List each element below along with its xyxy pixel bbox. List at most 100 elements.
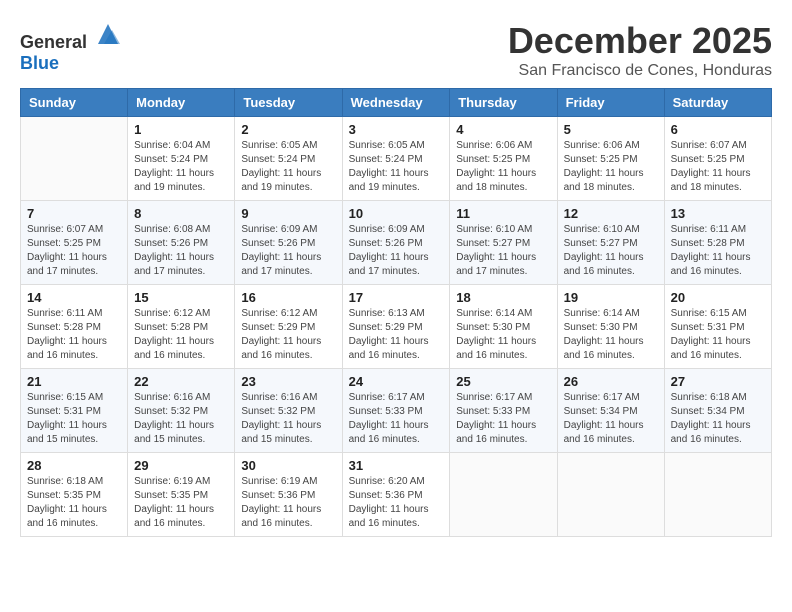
- calendar-day-cell: 30 Sunrise: 6:19 AMSunset: 5:36 PMDaylig…: [235, 453, 342, 537]
- day-info: Sunrise: 6:08 AMSunset: 5:26 PMDaylight:…: [134, 223, 228, 279]
- calendar-week-row: 14 Sunrise: 6:11 AMSunset: 5:28 PMDaylig…: [21, 285, 772, 369]
- day-info: Sunrise: 6:11 AMSunset: 5:28 PMDaylight:…: [671, 223, 765, 279]
- calendar-day-cell: 3 Sunrise: 6:05 AMSunset: 5:24 PMDayligh…: [342, 117, 450, 201]
- calendar-day-cell: 11 Sunrise: 6:10 AMSunset: 5:27 PMDaylig…: [450, 201, 557, 285]
- calendar-day-cell: 13 Sunrise: 6:11 AMSunset: 5:28 PMDaylig…: [664, 201, 771, 285]
- calendar-day-cell: 22 Sunrise: 6:16 AMSunset: 5:32 PMDaylig…: [128, 369, 235, 453]
- calendar-day-cell: [21, 117, 128, 201]
- weekday-header: Tuesday: [235, 89, 342, 117]
- calendar-day-cell: 17 Sunrise: 6:13 AMSunset: 5:29 PMDaylig…: [342, 285, 450, 369]
- day-info: Sunrise: 6:12 AMSunset: 5:29 PMDaylight:…: [241, 307, 335, 363]
- day-info: Sunrise: 6:16 AMSunset: 5:32 PMDaylight:…: [241, 391, 335, 447]
- title-section: December 2025 San Francisco de Cones, Ho…: [508, 20, 772, 80]
- day-info: Sunrise: 6:12 AMSunset: 5:28 PMDaylight:…: [134, 307, 228, 363]
- day-number: 17: [349, 290, 444, 305]
- day-info: Sunrise: 6:04 AMSunset: 5:24 PMDaylight:…: [134, 139, 228, 195]
- calendar-day-cell: 23 Sunrise: 6:16 AMSunset: 5:32 PMDaylig…: [235, 369, 342, 453]
- weekday-header: Thursday: [450, 89, 557, 117]
- day-info: Sunrise: 6:18 AMSunset: 5:34 PMDaylight:…: [671, 391, 765, 447]
- day-info: Sunrise: 6:17 AMSunset: 5:33 PMDaylight:…: [349, 391, 444, 447]
- day-info: Sunrise: 6:10 AMSunset: 5:27 PMDaylight:…: [564, 223, 658, 279]
- day-number: 24: [349, 374, 444, 389]
- calendar-day-cell: 5 Sunrise: 6:06 AMSunset: 5:25 PMDayligh…: [557, 117, 664, 201]
- calendar-day-cell: 10 Sunrise: 6:09 AMSunset: 5:26 PMDaylig…: [342, 201, 450, 285]
- day-info: Sunrise: 6:05 AMSunset: 5:24 PMDaylight:…: [349, 139, 444, 195]
- day-info: Sunrise: 6:15 AMSunset: 5:31 PMDaylight:…: [27, 391, 121, 447]
- calendar-day-cell: 4 Sunrise: 6:06 AMSunset: 5:25 PMDayligh…: [450, 117, 557, 201]
- calendar-day-cell: [557, 453, 664, 537]
- day-info: Sunrise: 6:15 AMSunset: 5:31 PMDaylight:…: [671, 307, 765, 363]
- day-number: 11: [456, 206, 550, 221]
- calendar-day-cell: [450, 453, 557, 537]
- day-number: 31: [349, 458, 444, 473]
- logo: General Blue: [20, 20, 122, 74]
- page-header: General Blue December 2025 San Francisco…: [20, 20, 772, 80]
- day-info: Sunrise: 6:14 AMSunset: 5:30 PMDaylight:…: [564, 307, 658, 363]
- day-number: 3: [349, 122, 444, 137]
- day-number: 16: [241, 290, 335, 305]
- day-number: 28: [27, 458, 121, 473]
- location-title: San Francisco de Cones, Honduras: [508, 62, 772, 80]
- calendar-week-row: 28 Sunrise: 6:18 AMSunset: 5:35 PMDaylig…: [21, 453, 772, 537]
- calendar-day-cell: 6 Sunrise: 6:07 AMSunset: 5:25 PMDayligh…: [664, 117, 771, 201]
- day-info: Sunrise: 6:05 AMSunset: 5:24 PMDaylight:…: [241, 139, 335, 195]
- day-number: 27: [671, 374, 765, 389]
- day-info: Sunrise: 6:17 AMSunset: 5:33 PMDaylight:…: [456, 391, 550, 447]
- day-number: 4: [456, 122, 550, 137]
- day-info: Sunrise: 6:10 AMSunset: 5:27 PMDaylight:…: [456, 223, 550, 279]
- calendar-day-cell: 18 Sunrise: 6:14 AMSunset: 5:30 PMDaylig…: [450, 285, 557, 369]
- day-info: Sunrise: 6:16 AMSunset: 5:32 PMDaylight:…: [134, 391, 228, 447]
- day-number: 6: [671, 122, 765, 137]
- weekday-header: Saturday: [664, 89, 771, 117]
- day-number: 5: [564, 122, 658, 137]
- calendar-day-cell: 26 Sunrise: 6:17 AMSunset: 5:34 PMDaylig…: [557, 369, 664, 453]
- day-number: 9: [241, 206, 335, 221]
- calendar-week-row: 7 Sunrise: 6:07 AMSunset: 5:25 PMDayligh…: [21, 201, 772, 285]
- calendar-header-row: SundayMondayTuesdayWednesdayThursdayFrid…: [21, 89, 772, 117]
- weekday-header: Monday: [128, 89, 235, 117]
- day-number: 25: [456, 374, 550, 389]
- calendar-day-cell: 7 Sunrise: 6:07 AMSunset: 5:25 PMDayligh…: [21, 201, 128, 285]
- calendar-day-cell: 8 Sunrise: 6:08 AMSunset: 5:26 PMDayligh…: [128, 201, 235, 285]
- calendar-table: SundayMondayTuesdayWednesdayThursdayFrid…: [20, 88, 772, 537]
- day-info: Sunrise: 6:14 AMSunset: 5:30 PMDaylight:…: [456, 307, 550, 363]
- calendar-day-cell: 28 Sunrise: 6:18 AMSunset: 5:35 PMDaylig…: [21, 453, 128, 537]
- calendar-week-row: 1 Sunrise: 6:04 AMSunset: 5:24 PMDayligh…: [21, 117, 772, 201]
- day-number: 23: [241, 374, 335, 389]
- day-info: Sunrise: 6:07 AMSunset: 5:25 PMDaylight:…: [27, 223, 121, 279]
- calendar-day-cell: 1 Sunrise: 6:04 AMSunset: 5:24 PMDayligh…: [128, 117, 235, 201]
- day-info: Sunrise: 6:06 AMSunset: 5:25 PMDaylight:…: [456, 139, 550, 195]
- logo-blue: Blue: [20, 53, 59, 73]
- calendar-day-cell: 16 Sunrise: 6:12 AMSunset: 5:29 PMDaylig…: [235, 285, 342, 369]
- day-number: 13: [671, 206, 765, 221]
- calendar-day-cell: [664, 453, 771, 537]
- weekday-header: Friday: [557, 89, 664, 117]
- calendar-day-cell: 9 Sunrise: 6:09 AMSunset: 5:26 PMDayligh…: [235, 201, 342, 285]
- day-number: 2: [241, 122, 335, 137]
- calendar-day-cell: 24 Sunrise: 6:17 AMSunset: 5:33 PMDaylig…: [342, 369, 450, 453]
- day-number: 26: [564, 374, 658, 389]
- logo-text: General Blue: [20, 20, 122, 74]
- day-info: Sunrise: 6:07 AMSunset: 5:25 PMDaylight:…: [671, 139, 765, 195]
- calendar-day-cell: 2 Sunrise: 6:05 AMSunset: 5:24 PMDayligh…: [235, 117, 342, 201]
- calendar-week-row: 21 Sunrise: 6:15 AMSunset: 5:31 PMDaylig…: [21, 369, 772, 453]
- day-number: 12: [564, 206, 658, 221]
- day-info: Sunrise: 6:19 AMSunset: 5:35 PMDaylight:…: [134, 475, 228, 531]
- calendar-day-cell: 20 Sunrise: 6:15 AMSunset: 5:31 PMDaylig…: [664, 285, 771, 369]
- logo-icon: [94, 20, 122, 48]
- day-info: Sunrise: 6:20 AMSunset: 5:36 PMDaylight:…: [349, 475, 444, 531]
- day-number: 30: [241, 458, 335, 473]
- day-info: Sunrise: 6:13 AMSunset: 5:29 PMDaylight:…: [349, 307, 444, 363]
- calendar-day-cell: 31 Sunrise: 6:20 AMSunset: 5:36 PMDaylig…: [342, 453, 450, 537]
- calendar-day-cell: 29 Sunrise: 6:19 AMSunset: 5:35 PMDaylig…: [128, 453, 235, 537]
- calendar-day-cell: 27 Sunrise: 6:18 AMSunset: 5:34 PMDaylig…: [664, 369, 771, 453]
- day-number: 21: [27, 374, 121, 389]
- calendar-day-cell: 15 Sunrise: 6:12 AMSunset: 5:28 PMDaylig…: [128, 285, 235, 369]
- day-number: 7: [27, 206, 121, 221]
- day-info: Sunrise: 6:09 AMSunset: 5:26 PMDaylight:…: [241, 223, 335, 279]
- day-info: Sunrise: 6:18 AMSunset: 5:35 PMDaylight:…: [27, 475, 121, 531]
- day-number: 18: [456, 290, 550, 305]
- day-number: 20: [671, 290, 765, 305]
- day-info: Sunrise: 6:17 AMSunset: 5:34 PMDaylight:…: [564, 391, 658, 447]
- day-number: 22: [134, 374, 228, 389]
